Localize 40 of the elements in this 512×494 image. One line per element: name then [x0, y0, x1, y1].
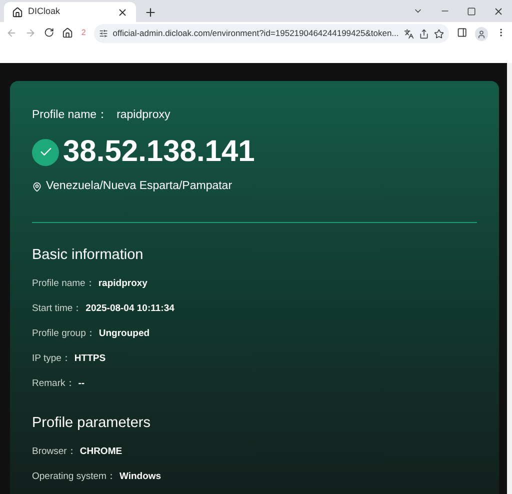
field-label: Browser： [32, 445, 77, 460]
close-icon[interactable] [117, 6, 128, 18]
share-icon[interactable] [418, 28, 429, 38]
check-icon [32, 138, 59, 166]
app-logo-icon [12, 6, 23, 18]
address-bar[interactable]: official-admin.dicloak.com/environment?id=1952190464244199425&token... [94, 24, 449, 43]
section-heading: Basic information [32, 246, 144, 264]
translate-icon[interactable] [404, 28, 414, 38]
profile-name-label: Profile name： [32, 108, 109, 123]
field-label: Profile name： [32, 276, 96, 291]
home-icon[interactable] [62, 27, 74, 39]
maximize-icon[interactable] [467, 6, 476, 16]
new-tab-icon[interactable] [144, 6, 157, 19]
profile-avatar-icon[interactable] [474, 27, 488, 41]
close-icon[interactable] [493, 6, 504, 16]
field-label: Start time： [32, 302, 83, 316]
scrollbar[interactable] [507, 63, 512, 494]
field-value: -- [78, 376, 85, 391]
site-info-icon[interactable] [98, 29, 108, 38]
field-value: Ungrouped [98, 326, 150, 341]
profile-name-value: rapidproxy [116, 108, 170, 123]
field-label: Profile group： [32, 326, 96, 341]
browser-tab[interactable]: DICloak [4, 2, 136, 22]
field-value: rapidproxy [98, 276, 148, 291]
side-panel-icon[interactable] [456, 27, 467, 38]
field-value: 2025-08-04 10:11:34 [86, 302, 174, 316]
location-pin-icon [32, 182, 42, 192]
section-heading: Profile parameters [32, 414, 152, 434]
reload-icon[interactable] [44, 27, 54, 38]
field-value: Windows [119, 470, 162, 484]
field-label: IP type： [32, 352, 72, 366]
field-label: Operating system： [32, 470, 116, 484]
tab-title: DICloak [28, 5, 62, 18]
field-label: Remark： [32, 376, 76, 391]
bookmark-star-icon[interactable] [434, 28, 444, 38]
ip-address: 38.52.138.141 [63, 134, 255, 170]
field-value: HTTPS [74, 352, 106, 366]
location-text: Venezuela/Nueva Esparta/Pampatar [46, 179, 232, 194]
field-value: CHROME [80, 445, 122, 460]
url-text: official-admin.dicloak.com/environment?id=1952190464244199425&token... [112, 27, 399, 40]
